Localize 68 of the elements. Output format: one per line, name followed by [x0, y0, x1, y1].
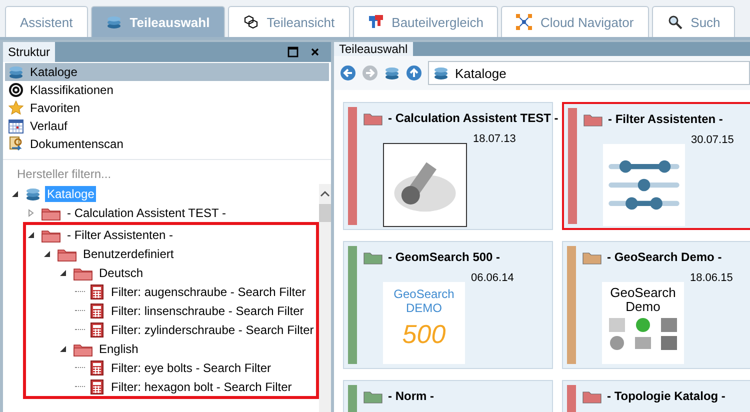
tree-item[interactable]: - Filter Assistenten -: [65, 226, 176, 242]
card-date: 06.06.14: [471, 272, 514, 284]
card-title: - GeoSearch Demo -: [607, 250, 722, 264]
catalog-card[interactable]: - Filter Assistenten - 30.07.15: [562, 102, 750, 230]
expanded-arrow-icon[interactable]: [43, 250, 51, 258]
card-title: - GeomSearch 500 -: [388, 250, 500, 264]
scrollbar[interactable]: [318, 184, 331, 412]
catalog-card[interactable]: - Topologie Katalog -: [562, 380, 750, 412]
nav-item[interactable]: Klassifikationen: [5, 81, 329, 99]
nav-item[interactable]: Dokumentenscan: [5, 135, 329, 153]
calculator-icon: [89, 284, 105, 300]
calculator-icon: [89, 322, 105, 338]
calendar-icon: [8, 118, 24, 134]
calculator-icon: [89, 378, 105, 394]
cubes-icon: [242, 14, 259, 30]
catalog-card[interactable]: - GeoSearch Demo - GeoSearch Demo 18.06.15: [562, 241, 750, 369]
tree-item[interactable]: Filter: augenschraube - Search Filter: [109, 284, 308, 300]
card-title: - Calculation Assistent TEST -: [388, 111, 558, 125]
catalog-stack-icon: [8, 64, 24, 80]
catalog-card[interactable]: - Norm -: [343, 380, 553, 412]
calculator-icon: [89, 360, 105, 376]
tab[interactable]: Assistent: [5, 6, 88, 37]
tree-item[interactable]: Filter: zylinderschraube - Search Filter: [109, 322, 316, 338]
tab[interactable]: Such: [652, 6, 736, 37]
tree-item[interactable]: Benutzerdefiniert: [81, 246, 176, 262]
tab[interactable]: Cloud Navigator: [501, 6, 649, 37]
tree-item[interactable]: Filter: linsenschraube - Search Filter: [109, 302, 306, 318]
search-icon: [666, 14, 683, 30]
maximize-icon[interactable]: [287, 46, 299, 58]
tree-item[interactable]: Filter: eye bolts - Search Filter: [109, 360, 274, 376]
logo-thumbnail: GeoSearch DEMO 500: [383, 282, 465, 364]
tab[interactable]: Teileansicht: [228, 6, 350, 37]
nav-item[interactable]: Verlauf: [5, 117, 329, 135]
compare-shapes-icon: [368, 14, 384, 30]
card-date: 18.06.15: [690, 272, 733, 284]
card-title: - Topologie Katalog -: [607, 389, 726, 403]
catalog-card[interactable]: - GeomSearch 500 - GeoSearch DEMO 500 06.06.14: [343, 241, 553, 369]
collapsed-arrow-icon[interactable]: [27, 208, 35, 216]
star-icon: [8, 100, 24, 116]
expanded-arrow-icon[interactable]: [59, 344, 67, 352]
catalog-stack-icon: [25, 186, 41, 202]
parts-thumbnail: GeoSearch Demo: [602, 282, 684, 364]
tree-item[interactable]: - Calculation Assistent TEST -: [65, 204, 228, 220]
document-scan-icon: [8, 136, 24, 152]
nav-item[interactable]: Favoriten: [5, 99, 329, 117]
expanded-arrow-icon[interactable]: [59, 268, 67, 276]
tree-item[interactable]: Filter: hexagon bolt - Search Filter: [109, 378, 294, 394]
card-date: 18.07.13: [473, 133, 516, 145]
catalog-stack-icon: [433, 65, 449, 81]
panel-title[interactable]: Struktur: [3, 42, 56, 62]
nav-item[interactable]: Kataloge: [5, 63, 329, 81]
expanded-arrow-icon[interactable]: [11, 190, 19, 198]
scroll-thumb[interactable]: [318, 204, 331, 222]
card-title: - Norm -: [388, 389, 434, 403]
tree-item[interactable]: English: [97, 340, 140, 356]
close-icon[interactable]: [309, 46, 321, 58]
catalog-stack-icon: [106, 14, 122, 30]
tab[interactable]: Bauteilvergleich: [352, 6, 498, 37]
card-date: 30.07.15: [691, 134, 734, 146]
scroll-up-icon[interactable]: [320, 190, 330, 198]
catalog-stack-icon: [384, 65, 400, 81]
tree-item[interactable]: Deutsch: [97, 264, 146, 280]
calculator-icon: [89, 302, 105, 318]
card-title: - Filter Assistenten -: [608, 112, 723, 126]
panel-title[interactable]: Teileauswahl: [334, 42, 413, 56]
path-field[interactable]: Kataloge: [428, 61, 750, 85]
expanded-arrow-icon[interactable]: [27, 230, 35, 238]
network-nodes-icon: [516, 14, 532, 30]
